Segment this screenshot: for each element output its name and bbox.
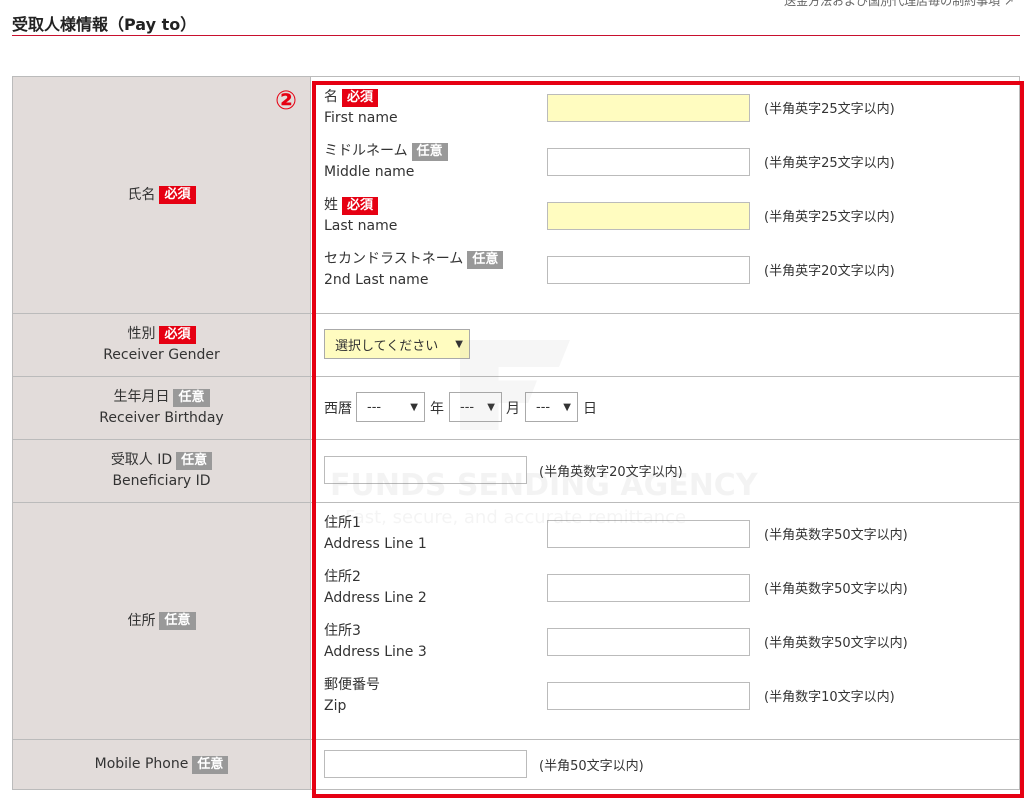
birthday-row: 生年月日 任意 Receiver Birthday 西暦 --- ▼ 年 --- … <box>12 377 1020 440</box>
address-line2-en: Address Line 2 <box>324 590 427 606</box>
address-line3-row: 住所3 Address Line 3 (半角英数字50文字以内) <box>324 621 1019 661</box>
birth-month-select[interactable]: --- ▼ <box>449 392 502 422</box>
address-line1-input[interactable] <box>547 520 750 548</box>
last-name-input[interactable] <box>547 202 750 230</box>
required-badge: 必須 <box>159 186 196 204</box>
middle-name-row: ミドルネーム 任意 Middle name (半角英字25文字以内) <box>324 141 1019 181</box>
last-name-row: 姓必須 Last name (半角英字25文字以内) <box>324 195 1019 235</box>
zip-input[interactable] <box>547 682 750 710</box>
second-last-name-input[interactable] <box>547 256 750 284</box>
beneficiary-hint: (半角英数字20文字以内) <box>539 465 683 480</box>
birthday-value-cell: 西暦 --- ▼ 年 --- ▼ 月 --- ▼ 日 <box>311 377 1020 439</box>
address-line2-row: 住所2 Address Line 2 (半角英数字50文字以内) <box>324 567 1019 607</box>
address-line3-input[interactable] <box>547 628 750 656</box>
birth-year-select[interactable]: --- ▼ <box>356 392 425 422</box>
second-last-name-row: セカンドラストネーム 任意 2nd Last name (半角英字20文字以内) <box>324 249 1019 289</box>
middle-name-jp: ミドルネーム <box>324 143 408 159</box>
required-badge: 必須 <box>342 88 379 107</box>
beneficiary-label-cell: 受取人 ID 任意 Beneficiary ID <box>12 440 311 502</box>
required-badge: 必須 <box>342 196 379 215</box>
address-line1-jp: 住所1 <box>324 515 361 531</box>
address-line2-jp: 住所2 <box>324 569 361 585</box>
day-unit: 日 <box>583 401 597 417</box>
gender-value-cell: 選択してください ▼ <box>311 314 1020 376</box>
address-label-cell: 住所 任意 <box>12 503 311 739</box>
title-divider <box>12 35 1020 36</box>
mobile-row: Mobile Phone 任意 (半角50文字以内) <box>12 740 1020 790</box>
middle-name-hint: (半角英字25文字以内) <box>764 156 895 171</box>
address-value-cell: 住所1 Address Line 1 (半角英数字50文字以内) 住所2 Add… <box>311 503 1020 739</box>
address-line1-hint: (半角英数字50文字以内) <box>764 528 908 543</box>
optional-badge: 任意 <box>176 451 213 470</box>
required-badge: 必須 <box>159 325 196 344</box>
mobile-label: Mobile Phone <box>94 756 189 772</box>
page-title: 受取人様情報（Pay to） <box>12 15 197 34</box>
middle-name-en: Middle name <box>324 164 415 180</box>
beneficiary-row: 受取人 ID 任意 Beneficiary ID (半角英数字20文字以内) <box>12 440 1020 503</box>
birthday-label-cell: 生年月日 任意 Receiver Birthday <box>12 377 311 439</box>
address-line3-en: Address Line 3 <box>324 644 427 660</box>
mobile-value-cell: (半角50文字以内) <box>311 740 1020 789</box>
optional-badge: 任意 <box>173 388 210 407</box>
mobile-hint: (半角50文字以内) <box>539 759 644 774</box>
step-marker: ② <box>275 86 298 116</box>
address-row: 住所 任意 住所1 Address Line 1 (半角英数字50文字以内) 住所… <box>12 503 1020 740</box>
dropdown-arrow-icon: ▼ <box>410 401 418 413</box>
beneficiary-label-jp: 受取人 ID <box>110 452 173 468</box>
first-name-input[interactable] <box>547 94 750 122</box>
receiver-form: 氏名 必須 名必須 First name (半角英字25文字以内) ミドルネーム… <box>12 76 1020 790</box>
birth-day-select[interactable]: --- ▼ <box>525 392 578 422</box>
beneficiary-value-cell: (半角英数字20文字以内) <box>311 440 1020 502</box>
second-last-name-jp: セカンドラストネーム <box>324 251 464 267</box>
address-line2-hint: (半角英数字50文字以内) <box>764 582 908 597</box>
month-unit: 月 <box>506 401 520 417</box>
name-label: 氏名 <box>127 186 156 203</box>
gender-label-cell: 性別 必須 Receiver Gender <box>12 314 311 376</box>
year-unit: 年 <box>430 401 444 417</box>
optional-badge: 任意 <box>192 755 229 774</box>
optional-badge: 任意 <box>467 250 504 269</box>
optional-badge: 任意 <box>159 612 196 630</box>
gender-select-value: 選択してください <box>335 338 439 354</box>
last-name-en: Last name <box>324 218 398 234</box>
second-last-name-en: 2nd Last name <box>324 272 429 288</box>
dropdown-arrow-icon: ▼ <box>455 338 463 350</box>
gender-row: 性別 必須 Receiver Gender 選択してください ▼ <box>12 314 1020 377</box>
zip-row: 郵便番号 Zip (半角数字10文字以内) <box>324 675 1019 715</box>
first-name-hint: (半角英字25文字以内) <box>764 102 895 117</box>
gender-select[interactable]: 選択してください ▼ <box>324 329 470 359</box>
birthday-label-en: Receiver Birthday <box>99 410 224 426</box>
first-name-jp: 名 <box>324 89 338 105</box>
address-line3-jp: 住所3 <box>324 623 361 639</box>
beneficiary-id-input[interactable] <box>324 456 527 484</box>
last-name-jp: 姓 <box>324 197 338 213</box>
last-name-hint: (半角英字25文字以内) <box>764 210 895 225</box>
constraints-link[interactable]: 送金方法および国別代理店毎の制約事項 ↗ <box>784 0 1014 9</box>
gender-label-jp: 性別 <box>127 326 156 342</box>
name-label-cell: 氏名 必須 <box>12 77 311 313</box>
optional-badge: 任意 <box>411 142 448 161</box>
name-value-cell: 名必須 First name (半角英字25文字以内) ミドルネーム 任意 Mid… <box>311 77 1020 313</box>
address-line1-en: Address Line 1 <box>324 536 427 552</box>
era-label: 西暦 <box>324 401 352 417</box>
address-line1-row: 住所1 Address Line 1 (半角英数字50文字以内) <box>324 513 1019 553</box>
zip-hint: (半角数字10文字以内) <box>764 690 895 705</box>
address-line2-input[interactable] <box>547 574 750 602</box>
first-name-row: 名必須 First name (半角英字25文字以内) <box>324 87 1019 127</box>
second-last-name-hint: (半角英字20文字以内) <box>764 264 895 279</box>
mobile-label-cell: Mobile Phone 任意 <box>12 740 311 789</box>
name-row: 氏名 必須 名必須 First name (半角英字25文字以内) ミドルネーム… <box>12 77 1020 314</box>
address-line3-hint: (半角英数字50文字以内) <box>764 636 908 651</box>
gender-label-en: Receiver Gender <box>103 347 220 363</box>
address-label: 住所 <box>127 612 156 629</box>
mobile-phone-input[interactable] <box>324 750 527 778</box>
beneficiary-label-en: Beneficiary ID <box>112 473 211 489</box>
zip-jp: 郵便番号 <box>324 677 380 693</box>
first-name-en: First name <box>324 110 398 126</box>
birthday-label-jp: 生年月日 <box>113 389 170 405</box>
middle-name-input[interactable] <box>547 148 750 176</box>
dropdown-arrow-icon: ▼ <box>563 401 571 413</box>
dropdown-arrow-icon: ▼ <box>487 401 495 413</box>
zip-en: Zip <box>324 698 347 714</box>
